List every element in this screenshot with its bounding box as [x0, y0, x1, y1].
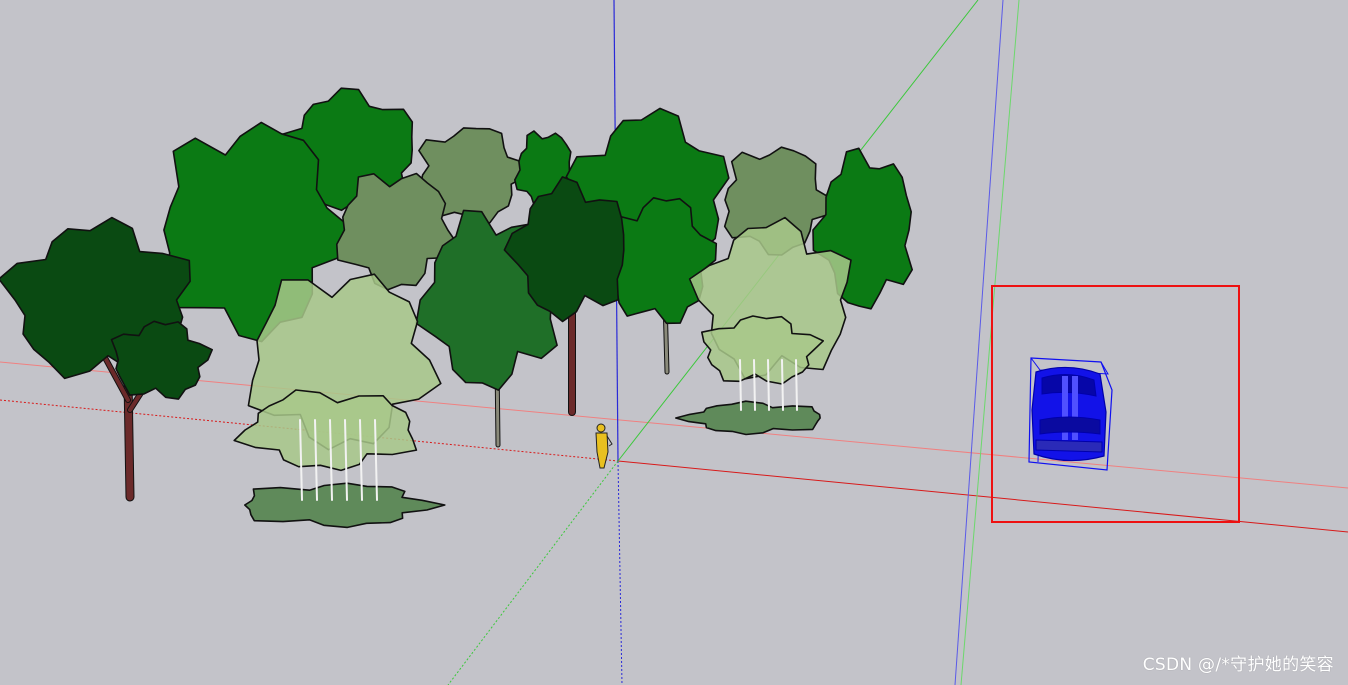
car-model[interactable]: [1028, 357, 1113, 471]
csdn-watermark: CSDN @/*守护她的笑容: [1142, 655, 1334, 675]
tree-stem: [781, 359, 784, 411]
tree-stem: [767, 359, 770, 411]
tree-stem: [739, 359, 742, 411]
shrub: [244, 482, 446, 529]
tree-stem: [753, 359, 756, 411]
axes: [0, 0, 1348, 685]
green-vertical-guide: [960, 0, 1020, 685]
sketchup-viewport[interactable]: CSDN @/*守护她的笑容: [0, 0, 1348, 685]
blue-vertical-guide: [954, 0, 1004, 685]
green-axis-dotted: [447, 460, 619, 685]
selection-rectangle: [991, 285, 1240, 523]
shrub: [675, 400, 821, 436]
red-axis-secondary: [0, 361, 1348, 489]
tree-stem: [795, 359, 798, 411]
3d-scene[interactable]: [0, 0, 1348, 685]
blue-axis-dotted: [617, 460, 623, 685]
tree-cluster[interactable]: [0, 87, 913, 529]
person-figure[interactable]: [595, 423, 613, 469]
